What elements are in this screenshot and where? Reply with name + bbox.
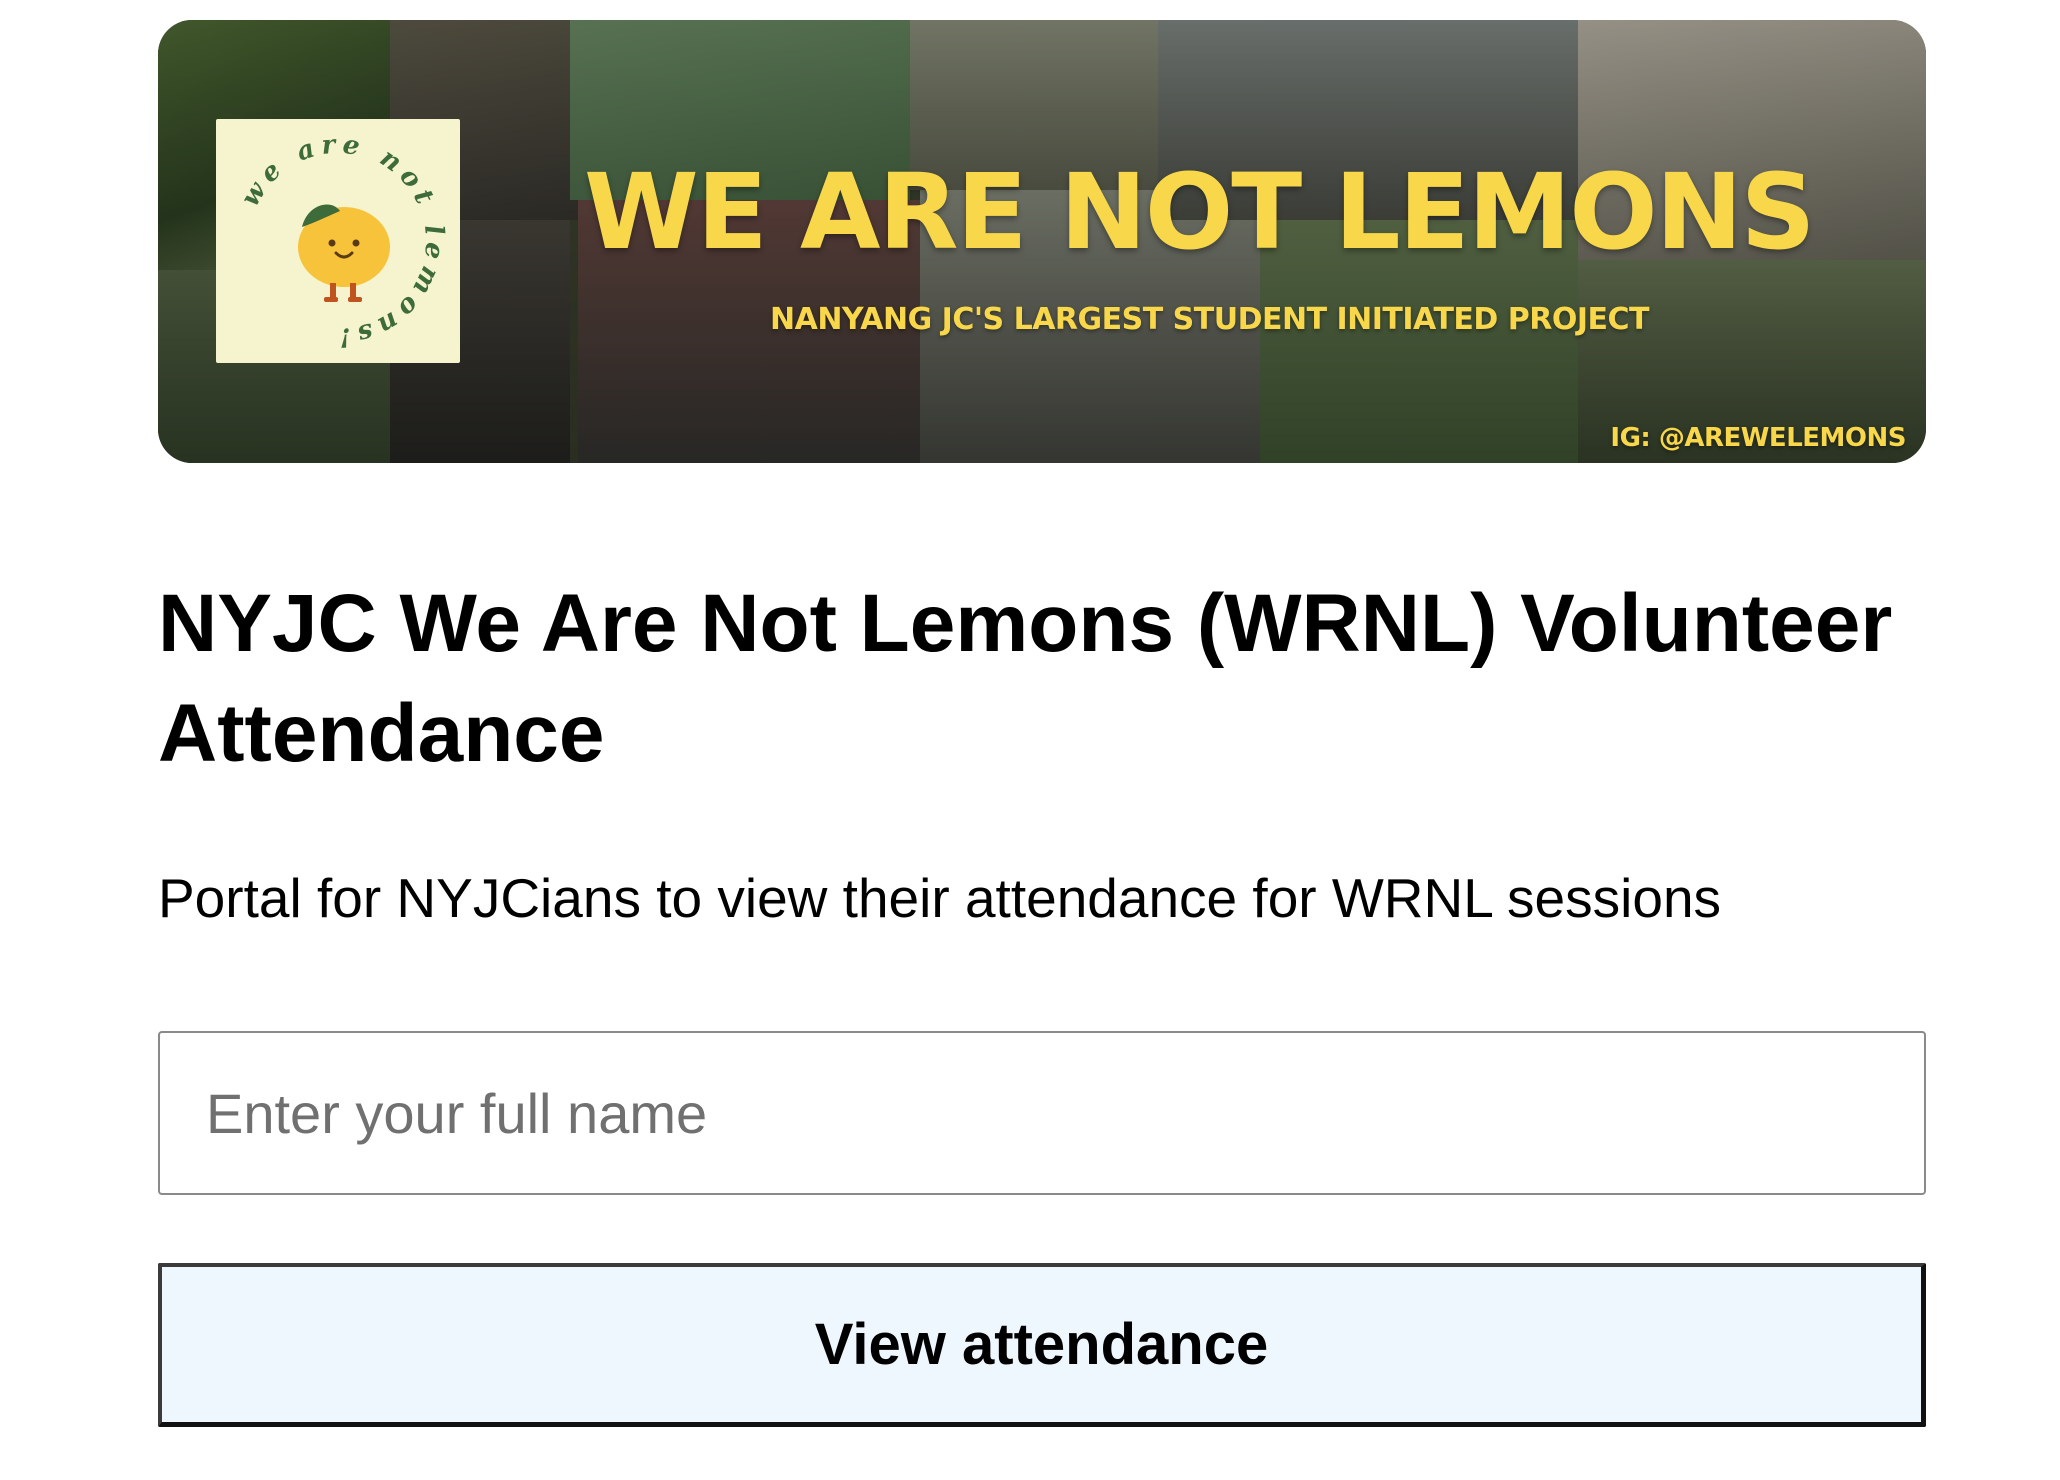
banner-headline: WE ARE NOT LEMONS [584,151,1816,273]
banner-subline: NANYANG JC'S LARGEST STUDENT INITIATED P… [770,302,1649,337]
banner-image: we are not lemons! WE ARE NOT LEMONS NAN… [158,20,1926,463]
banner-instagram-handle: IG: @AREWELEMONS [1610,423,1906,453]
lemon-logo: we are not lemons! [216,119,460,363]
view-attendance-button[interactable]: View attendance [158,1263,1926,1427]
full-name-input[interactable] [158,1031,1926,1195]
page-title: NYJC We Are Not Lemons (WRNL) Volunteer … [158,578,1893,779]
page-container: we are not lemons! WE ARE NOT LEMONS NAN… [158,20,1926,1427]
page-description: Portal for NYJCians to view their attend… [158,867,1722,929]
